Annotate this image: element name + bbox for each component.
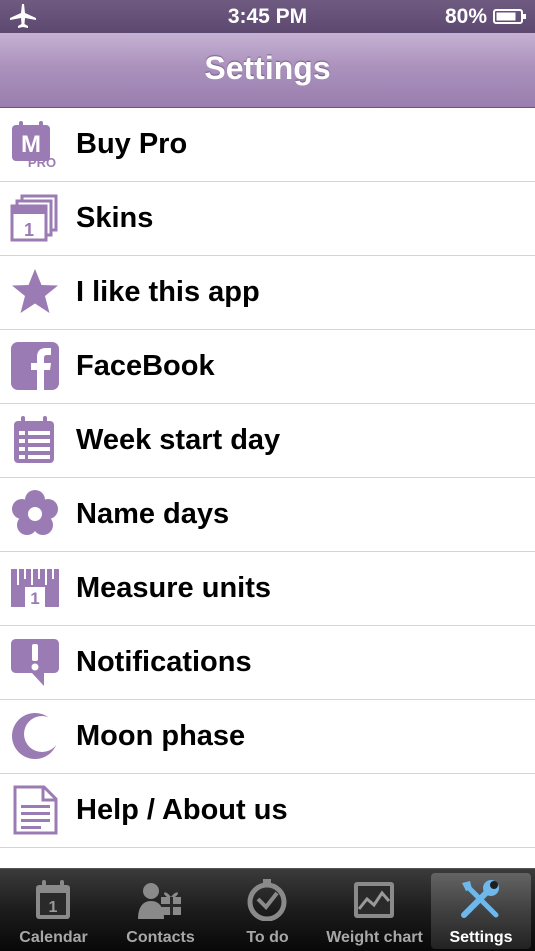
tab-settings[interactable]: Settings bbox=[431, 873, 531, 949]
settings-item-label: Skins bbox=[76, 202, 154, 234]
tab-todo[interactable]: To do bbox=[214, 869, 321, 951]
svg-text:1: 1 bbox=[24, 220, 34, 240]
page-title: Settings bbox=[204, 50, 331, 86]
document-icon bbox=[13, 785, 58, 835]
settings-item-label: Help / About us bbox=[76, 794, 288, 826]
settings-item-name-days[interactable]: Name days bbox=[0, 478, 535, 552]
settings-item-label: Measure units bbox=[76, 572, 271, 604]
tab-label: Calendar bbox=[19, 929, 88, 946]
settings-item-help-about[interactable]: Help / About us bbox=[0, 774, 535, 848]
settings-item-week-start-day[interactable]: Week start day bbox=[0, 404, 535, 478]
navigation-bar: Settings bbox=[0, 33, 535, 108]
battery-icon bbox=[493, 9, 526, 24]
settings-list: M PRO Buy Pro 1 Skins I like this app Fa… bbox=[0, 108, 535, 848]
status-bar: 3:45 PM 80% bbox=[0, 0, 535, 33]
settings-item-label: Buy Pro bbox=[76, 128, 188, 160]
settings-item-notifications[interactable]: Notifications bbox=[0, 626, 535, 700]
calendar-icon: 1 bbox=[36, 880, 70, 919]
settings-item-label: FaceBook bbox=[76, 350, 215, 382]
skins-icon: 1 bbox=[10, 194, 58, 242]
tools-icon bbox=[461, 880, 499, 918]
contacts-icon bbox=[138, 883, 181, 919]
tab-label: Settings bbox=[449, 929, 513, 946]
svg-text:1: 1 bbox=[49, 899, 58, 916]
settings-item-label: I like this app bbox=[76, 276, 260, 308]
settings-item-facebook[interactable]: FaceBook bbox=[0, 330, 535, 404]
settings-item-label: Name days bbox=[76, 498, 230, 530]
settings-item-like-app[interactable]: I like this app bbox=[0, 256, 535, 330]
settings-item-skins[interactable]: 1 Skins bbox=[0, 182, 535, 256]
tab-weight-chart[interactable]: Weight chart bbox=[321, 869, 428, 951]
tab-label: Contacts bbox=[126, 929, 195, 946]
flower-icon bbox=[12, 490, 58, 535]
svg-text:1: 1 bbox=[30, 589, 39, 608]
ruler-icon: 1 bbox=[11, 569, 59, 608]
settings-item-buy-pro[interactable]: M PRO Buy Pro bbox=[0, 108, 535, 182]
settings-item-label: Notifications bbox=[76, 646, 252, 678]
stopwatch-icon bbox=[247, 879, 287, 921]
pro-calendar-icon: M PRO bbox=[12, 121, 56, 169]
exclamation-bubble-icon bbox=[11, 639, 59, 686]
star-icon bbox=[12, 269, 58, 313]
svg-text:PRO: PRO bbox=[28, 155, 56, 169]
settings-item-moon-phase[interactable]: Moon phase bbox=[0, 700, 535, 774]
moon-icon bbox=[12, 713, 60, 759]
settings-item-label: Week start day bbox=[76, 424, 281, 456]
tab-contacts[interactable]: Contacts bbox=[107, 869, 214, 951]
facebook-icon bbox=[11, 342, 59, 390]
settings-item-measure-units[interactable]: 1 Measure units bbox=[0, 552, 535, 626]
tab-label: To do bbox=[246, 929, 289, 946]
svg-text:M: M bbox=[21, 131, 41, 158]
chart-icon bbox=[354, 882, 394, 918]
calendar-list-icon bbox=[14, 416, 54, 463]
settings-item-label: Moon phase bbox=[76, 720, 246, 752]
battery-percent: 80% bbox=[444, 5, 487, 28]
tab-bar: 1 Calendar Contacts To do Weight chart S… bbox=[0, 868, 535, 951]
tab-label: Weight chart bbox=[326, 929, 423, 946]
tab-calendar[interactable]: 1 Calendar bbox=[0, 869, 107, 951]
